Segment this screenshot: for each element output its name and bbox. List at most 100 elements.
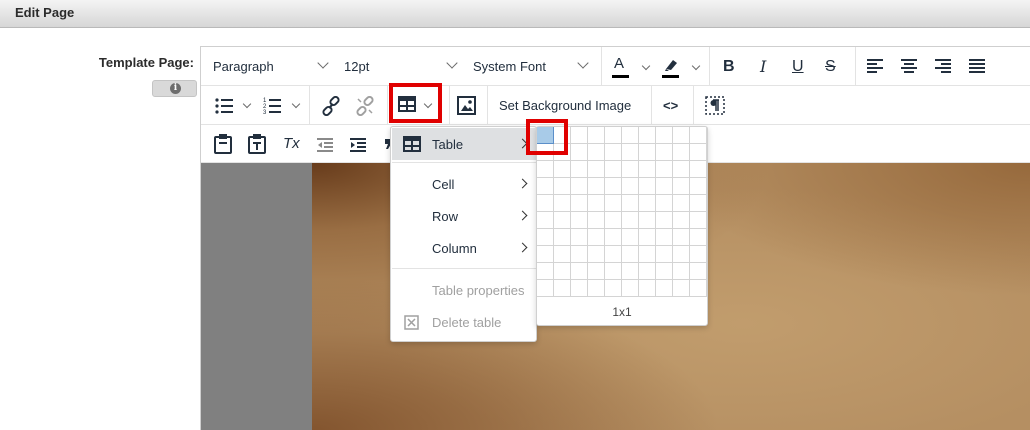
table-grid-cell[interactable] bbox=[656, 280, 673, 297]
table-grid-cell[interactable] bbox=[588, 144, 605, 161]
table-grid-cell[interactable] bbox=[673, 178, 690, 195]
chevron-down-icon[interactable] bbox=[291, 99, 301, 109]
paste-icon[interactable] bbox=[214, 134, 232, 154]
table-grid-cell[interactable] bbox=[656, 229, 673, 246]
table-grid-cell[interactable] bbox=[673, 212, 690, 229]
align-right-icon[interactable] bbox=[935, 59, 953, 74]
table-grid-cell[interactable] bbox=[673, 127, 690, 144]
table-grid-cell[interactable] bbox=[588, 212, 605, 229]
menu-item-table[interactable]: Table bbox=[392, 128, 536, 160]
numbered-list-icon[interactable]: 1 2 3 bbox=[263, 97, 281, 114]
table-grid-cell[interactable] bbox=[622, 144, 639, 161]
table-grid-cell[interactable] bbox=[622, 127, 639, 144]
table-grid-cell[interactable] bbox=[537, 161, 554, 178]
table-grid-cell[interactable] bbox=[673, 144, 690, 161]
table-grid-cell[interactable] bbox=[571, 229, 588, 246]
unlink-icon[interactable] bbox=[355, 96, 375, 116]
table-grid-cell[interactable] bbox=[605, 161, 622, 178]
table-grid-cell[interactable] bbox=[656, 161, 673, 178]
table-grid-cell[interactable] bbox=[639, 144, 656, 161]
table-grid-cell[interactable] bbox=[639, 263, 656, 280]
table-grid-cell[interactable] bbox=[690, 246, 707, 263]
table-grid-cell[interactable] bbox=[673, 195, 690, 212]
strikethrough-button[interactable]: S bbox=[825, 57, 836, 77]
table-grid-cell[interactable] bbox=[673, 161, 690, 178]
table-grid-cell[interactable] bbox=[605, 263, 622, 280]
outdent-icon[interactable] bbox=[317, 138, 335, 152]
table-grid-cell[interactable] bbox=[588, 263, 605, 280]
table-grid-cell[interactable] bbox=[656, 144, 673, 161]
table-grid-cell[interactable] bbox=[622, 246, 639, 263]
table-grid-cell[interactable] bbox=[554, 161, 571, 178]
table-grid-cell[interactable] bbox=[656, 178, 673, 195]
table-grid-cell[interactable] bbox=[554, 263, 571, 280]
table-grid-cell[interactable] bbox=[571, 263, 588, 280]
table-grid-cell[interactable] bbox=[605, 229, 622, 246]
table-grid-cell[interactable] bbox=[673, 229, 690, 246]
table-grid-cell[interactable] bbox=[639, 178, 656, 195]
table-grid-cell[interactable] bbox=[588, 229, 605, 246]
table-grid-cell[interactable] bbox=[622, 280, 639, 297]
table-grid-cell[interactable] bbox=[571, 280, 588, 297]
table-grid-cell[interactable] bbox=[639, 212, 656, 229]
table-grid-cell[interactable] bbox=[622, 178, 639, 195]
table-grid-cell[interactable] bbox=[639, 195, 656, 212]
underline-button[interactable]: U bbox=[792, 57, 804, 77]
block-format-select[interactable]: Paragraph bbox=[213, 54, 335, 79]
bold-button[interactable]: B bbox=[723, 57, 735, 77]
table-grid-cell[interactable] bbox=[605, 212, 622, 229]
table-grid-cell[interactable] bbox=[588, 127, 605, 144]
table-grid-cell[interactable] bbox=[673, 246, 690, 263]
table-grid-cell[interactable] bbox=[656, 263, 673, 280]
font-size-select[interactable]: 12pt bbox=[344, 54, 462, 79]
table-grid-cell[interactable] bbox=[571, 178, 588, 195]
table-grid-cell[interactable] bbox=[571, 246, 588, 263]
table-grid-cell[interactable] bbox=[554, 229, 571, 246]
table-grid-cell[interactable] bbox=[571, 127, 588, 144]
source-code-button[interactable]: <> bbox=[663, 93, 683, 118]
table-grid-cell[interactable] bbox=[690, 127, 707, 144]
set-background-image-button[interactable]: Set Background Image bbox=[499, 93, 641, 118]
table-grid-cell[interactable] bbox=[673, 280, 690, 297]
indent-icon[interactable] bbox=[350, 138, 368, 152]
table-grid-cell[interactable] bbox=[554, 280, 571, 297]
table-grid-cell[interactable] bbox=[588, 246, 605, 263]
table-grid-cell[interactable] bbox=[588, 161, 605, 178]
table-grid-cell[interactable] bbox=[554, 246, 571, 263]
table-grid-cell[interactable] bbox=[622, 212, 639, 229]
menu-item-row[interactable]: Row bbox=[392, 200, 536, 232]
table-grid-cell[interactable] bbox=[656, 127, 673, 144]
clear-formatting-button[interactable]: Tx bbox=[283, 134, 300, 154]
table-grid-cell[interactable] bbox=[639, 127, 656, 144]
table-grid-cell[interactable] bbox=[673, 263, 690, 280]
table-grid-cell[interactable] bbox=[639, 246, 656, 263]
table-grid-cell[interactable] bbox=[605, 178, 622, 195]
table-grid-cell[interactable] bbox=[622, 161, 639, 178]
table-grid-cell[interactable] bbox=[554, 212, 571, 229]
table-grid-cell[interactable] bbox=[537, 178, 554, 195]
table-grid-cell[interactable] bbox=[554, 178, 571, 195]
font-family-select[interactable]: System Font bbox=[473, 54, 595, 79]
table-grid-cell[interactable] bbox=[588, 280, 605, 297]
table-grid-cell[interactable] bbox=[571, 144, 588, 161]
image-icon[interactable] bbox=[457, 96, 476, 115]
table-grid-cell[interactable] bbox=[690, 144, 707, 161]
table-grid-cell[interactable] bbox=[537, 195, 554, 212]
table-grid-cell[interactable] bbox=[537, 246, 554, 263]
table-grid-cell[interactable] bbox=[622, 229, 639, 246]
chevron-down-icon[interactable] bbox=[641, 61, 651, 71]
table-grid-cell[interactable] bbox=[605, 127, 622, 144]
table-grid-cell[interactable] bbox=[622, 263, 639, 280]
table-grid-cell[interactable] bbox=[639, 280, 656, 297]
link-icon[interactable] bbox=[321, 96, 341, 116]
paste-text-icon[interactable] bbox=[248, 134, 266, 154]
table-grid-cell[interactable] bbox=[571, 195, 588, 212]
menu-item-table-properties[interactable]: Table properties bbox=[392, 274, 536, 306]
table-grid-cell[interactable] bbox=[690, 195, 707, 212]
chevron-down-icon[interactable] bbox=[242, 99, 252, 109]
table-grid-cell[interactable] bbox=[639, 161, 656, 178]
highlight-color-button[interactable] bbox=[661, 54, 683, 79]
table-grid-cell[interactable] bbox=[639, 229, 656, 246]
table-grid-cell[interactable] bbox=[571, 212, 588, 229]
align-justify-icon[interactable] bbox=[969, 59, 987, 74]
